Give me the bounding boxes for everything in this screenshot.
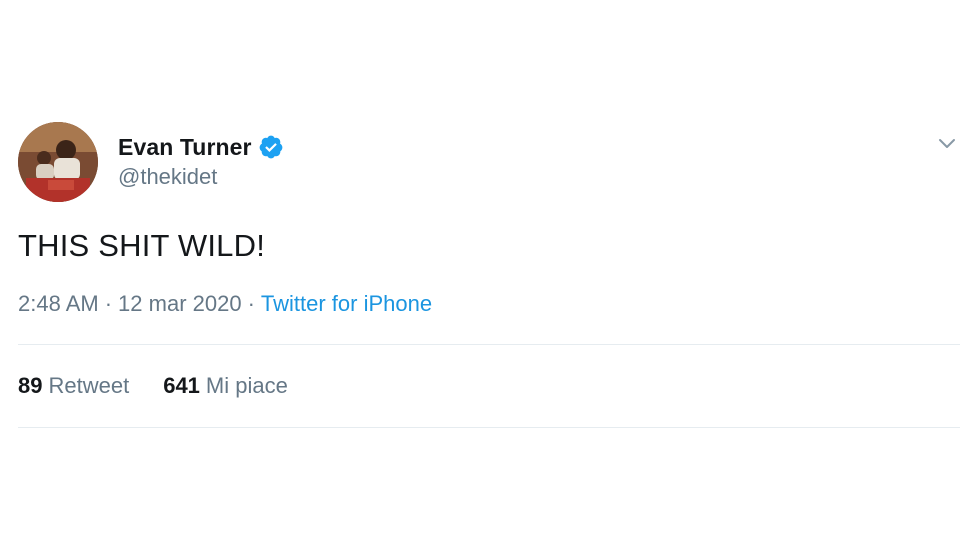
retweets-label: Retweet: [48, 373, 130, 398]
tweet-text: THIS SHIT WILD!: [18, 228, 266, 263]
tweet-meta: 2:48 AM · 12 mar 2020 · Twitter for iPho…: [18, 288, 960, 320]
likes-label: Mi piace: [205, 373, 288, 398]
author-handle[interactable]: @thekidet: [118, 164, 284, 190]
author-names: Evan Turner @thekidet: [118, 132, 284, 190]
tweet-source-link[interactable]: Twitter for iPhone: [261, 291, 432, 317]
tweet-card: Evan Turner @thekidet THIS SHIT WILD! 2:…: [18, 122, 960, 428]
retweets-stat[interactable]: 89 Retweet: [18, 373, 129, 399]
avatar-image: [18, 122, 98, 202]
meta-separator: ·: [247, 291, 255, 316]
likes-count: 641: [163, 373, 200, 398]
likes-stat[interactable]: 641 Mi piace: [163, 373, 288, 399]
divider: [18, 427, 960, 428]
chevron-down-icon[interactable]: [936, 132, 958, 154]
meta-separator: ·: [104, 291, 113, 316]
tweet-page: Evan Turner @thekidet THIS SHIT WILD! 2:…: [0, 0, 978, 550]
display-name[interactable]: Evan Turner: [118, 134, 252, 161]
avatar[interactable]: [18, 122, 98, 202]
tweet-date[interactable]: 12 mar 2020: [118, 291, 242, 317]
verified-badge-icon: [258, 134, 284, 160]
display-name-row: Evan Turner: [118, 132, 284, 162]
tweet-header: Evan Turner @thekidet: [18, 122, 960, 204]
tweet-stats: 89 Retweet 641 Mi piace: [18, 345, 960, 427]
tweet-time[interactable]: 2:48 AM: [18, 291, 99, 317]
retweets-count: 89: [18, 373, 43, 398]
